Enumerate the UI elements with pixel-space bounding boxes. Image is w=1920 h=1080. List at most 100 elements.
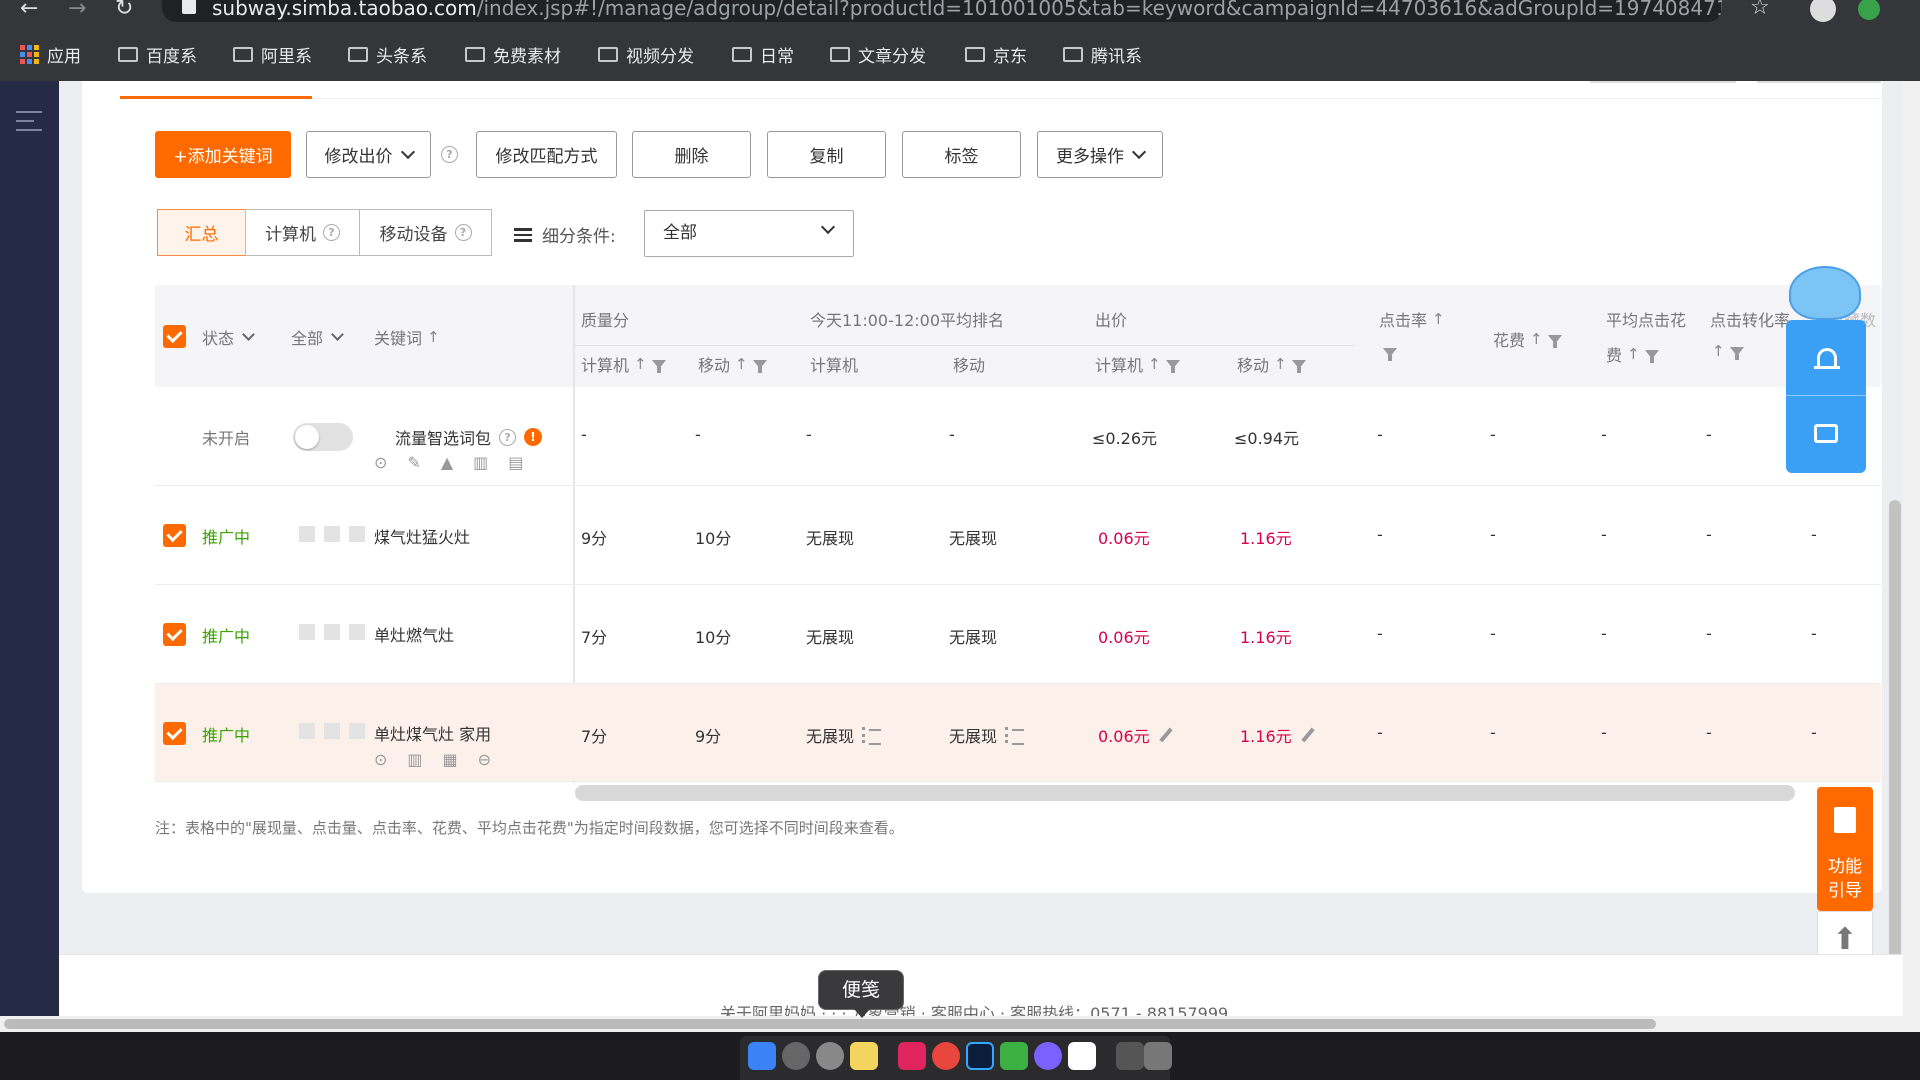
filter-funnel-icon[interactable]: [1165, 359, 1180, 373]
quality-pc-header[interactable]: 计算机 ↑: [581, 352, 666, 376]
page-vertical-scrollbar[interactable]: [1889, 500, 1901, 965]
trash-icon[interactable]: [1144, 1042, 1172, 1070]
sort-arrow-icon[interactable]: ↑: [1627, 345, 1640, 363]
copy-button[interactable]: 复制: [767, 131, 886, 178]
segment-mobile[interactable]: 移动设备?: [359, 209, 492, 256]
rank-list-icon[interactable]: [862, 727, 882, 745]
bookmark-folder[interactable]: 头条系: [348, 42, 427, 67]
rank-list-icon[interactable]: [1005, 727, 1025, 745]
profile-avatar-icon[interactable]: [1810, 0, 1836, 22]
report-icon[interactable]: ▤: [508, 453, 523, 472]
more-icon[interactable]: ⊖: [478, 750, 491, 769]
sort-arrow-icon[interactable]: ↑: [1712, 342, 1725, 360]
segment-computer[interactable]: 计算机?: [245, 209, 360, 256]
chrome-icon[interactable]: [932, 1042, 960, 1070]
keyword-cell[interactable]: 煤气灶猛火灶: [374, 524, 470, 548]
address-bar[interactable]: subway.simba.taobao.com/index.jsp#!/mana…: [162, 0, 1722, 22]
photoshop-icon[interactable]: [966, 1042, 994, 1070]
help-icon[interactable]: ?: [454, 224, 472, 241]
chat-icon[interactable]: [1814, 424, 1838, 443]
filter-select[interactable]: 全部: [644, 210, 854, 257]
bid-mobile-cell[interactable]: 1.16元: [1240, 525, 1292, 549]
sort-arrow-icon[interactable]: ↑: [1432, 310, 1445, 328]
bookmark-folder[interactable]: 免费素材: [465, 42, 561, 67]
system-preferences-icon[interactable]: [816, 1042, 844, 1070]
finder-icon[interactable]: [748, 1042, 776, 1070]
filter-funnel-icon[interactable]: [1729, 346, 1744, 360]
keyword-header[interactable]: 关键词 ↑: [374, 325, 440, 349]
trend-chart-icon[interactable]: ▲: [441, 453, 453, 472]
target-icon[interactable]: ⊙: [374, 750, 387, 769]
launchpad-icon[interactable]: [782, 1042, 810, 1070]
bid-pc-cell[interactable]: 0.06元: [1098, 624, 1150, 648]
status-header[interactable]: 状态: [202, 325, 255, 349]
row-checkbox[interactable]: [163, 524, 186, 547]
keyword-cell[interactable]: 单灶燃气灶: [374, 622, 454, 646]
help-icon[interactable]: ?: [441, 146, 458, 163]
filter-funnel-icon[interactable]: [1644, 349, 1659, 363]
tag-button[interactable]: 标签: [902, 131, 1021, 178]
bid-pc-cell[interactable]: 0.06元: [1098, 723, 1173, 747]
bid-mobile-cell[interactable]: 1.16元: [1240, 723, 1315, 747]
wrench-icon[interactable]: ✎: [407, 453, 420, 472]
bar-chart-icon[interactable]: ▥: [473, 453, 488, 472]
bid-pc-cell[interactable]: 0.06元: [1098, 525, 1150, 549]
status-toggle[interactable]: [293, 423, 353, 451]
bookmark-folder[interactable]: 腾讯系: [1063, 42, 1142, 67]
bookmark-folder[interactable]: 阿里系: [233, 42, 312, 67]
reload-icon[interactable]: ↻: [115, 0, 133, 21]
modify-match-button[interactable]: 修改匹配方式: [476, 131, 617, 178]
app-white-icon[interactable]: [1068, 1042, 1096, 1070]
forward-icon[interactable]: →: [68, 0, 86, 21]
mascot-elephant-icon[interactable]: [1789, 266, 1861, 320]
filter-funnel-icon[interactable]: [1383, 348, 1397, 361]
bid-mobile-cell[interactable]: 1.16元: [1240, 624, 1292, 648]
modify-bid-button[interactable]: 修改出价: [306, 131, 431, 178]
all-filter-header[interactable]: 全部: [291, 325, 344, 349]
help-icon[interactable]: ?: [499, 428, 517, 446]
app-green-icon[interactable]: [1000, 1042, 1028, 1070]
row-checkbox[interactable]: [163, 623, 186, 646]
row-checkbox[interactable]: [163, 722, 186, 745]
bookmark-folder[interactable]: 视频分发: [598, 42, 694, 67]
sort-arrow-icon[interactable]: ↑: [1274, 355, 1287, 373]
filter-funnel-icon[interactable]: [1291, 359, 1306, 373]
downloads-icon[interactable]: [1116, 1042, 1144, 1070]
extension-icon[interactable]: [1858, 0, 1880, 20]
menu-toggle-icon[interactable]: [16, 111, 42, 131]
quality-mobile-header[interactable]: 移动 ↑: [698, 352, 767, 376]
bookmark-apps[interactable]: 应用: [20, 42, 81, 67]
bar-chart-icon[interactable]: ▦: [443, 750, 458, 769]
select-all-checkbox[interactable]: [163, 325, 186, 348]
cvr-header-sort[interactable]: ↑: [1712, 342, 1744, 360]
cost-header[interactable]: 花费 ↑: [1493, 327, 1562, 351]
sort-arrow-icon[interactable]: ↑: [634, 355, 647, 373]
keyword-cell[interactable]: 单灶煤气灶 家用: [374, 721, 491, 745]
feature-guide-button[interactable]: 功能 引导: [1817, 787, 1873, 911]
add-keyword-button[interactable]: +添加关键词: [155, 131, 291, 178]
notification-bell-icon[interactable]: [1814, 348, 1840, 369]
filter-funnel-icon[interactable]: [651, 359, 666, 373]
bookmark-star-icon[interactable]: ☆: [1750, 0, 1770, 20]
bookmark-folder[interactable]: 文章分发: [830, 42, 926, 67]
warning-icon[interactable]: !: [524, 428, 543, 446]
segment-summary[interactable]: 汇总: [157, 209, 246, 256]
help-icon[interactable]: ?: [323, 224, 340, 241]
color-app-icon[interactable]: [1034, 1042, 1062, 1070]
notes-icon[interactable]: [850, 1042, 878, 1070]
filter-funnel-icon[interactable]: [752, 359, 767, 373]
back-icon[interactable]: ←: [20, 0, 38, 21]
page-horizontal-scrollbar[interactable]: [0, 1016, 1920, 1032]
sort-arrow-icon[interactable]: ↑: [1530, 330, 1543, 348]
filter-funnel-icon[interactable]: [1547, 334, 1562, 348]
bookmark-folder[interactable]: 京东: [965, 42, 1027, 67]
target-icon[interactable]: ⊙: [374, 453, 387, 472]
more-actions-button[interactable]: 更多操作: [1037, 131, 1163, 178]
xmind-icon[interactable]: [898, 1042, 926, 1070]
bookmark-folder[interactable]: 百度系: [118, 42, 197, 67]
trash-icon[interactable]: ▥: [407, 750, 422, 769]
sort-arrow-icon[interactable]: ↑: [427, 328, 440, 346]
bid-pc-header[interactable]: 计算机 ↑: [1095, 352, 1180, 376]
bookmark-folder[interactable]: 日常: [732, 42, 794, 67]
avg-cpc-header-cont[interactable]: 费 ↑: [1606, 342, 1659, 366]
